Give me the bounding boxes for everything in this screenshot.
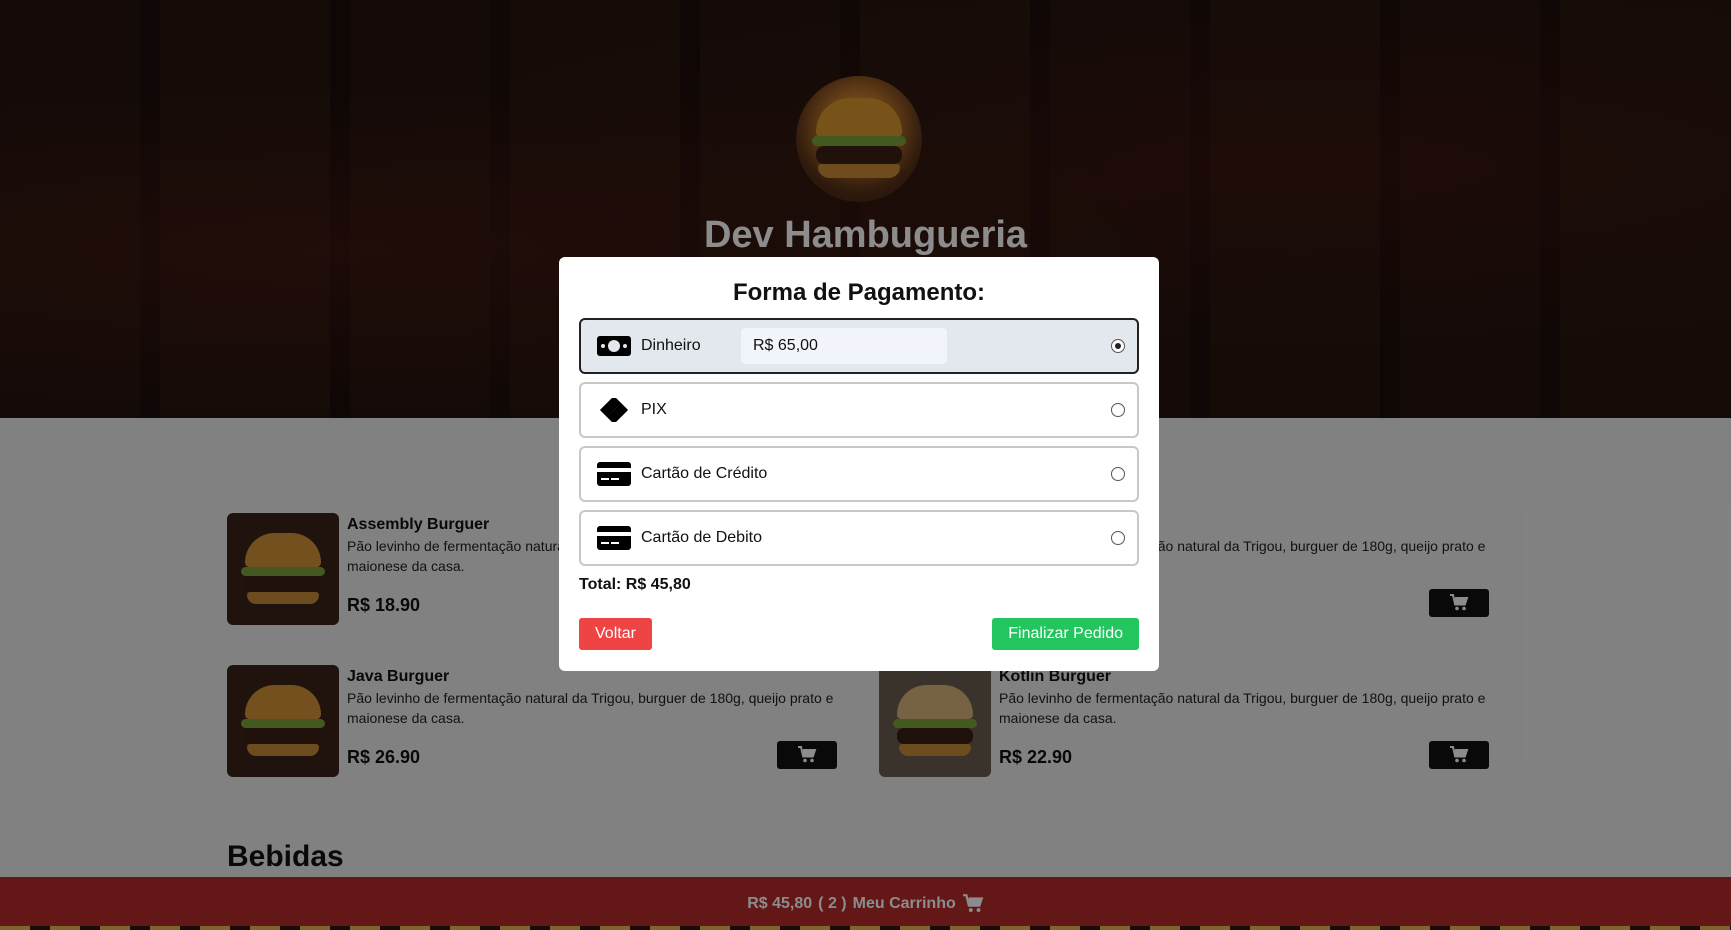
order-total: Total: R$ 45,80 <box>579 576 691 593</box>
payment-modal: Forma de Pagamento: Dinheiro PIX <box>559 257 1159 671</box>
credit-card-icon <box>597 462 631 486</box>
pix-icon <box>599 398 629 422</box>
cash-amount-input[interactable] <box>741 328 947 364</box>
radio-unselected[interactable] <box>1111 467 1125 481</box>
payment-option-dinheiro[interactable]: Dinheiro <box>579 318 1139 374</box>
payment-option-label: PIX <box>641 401 667 418</box>
radio-selected[interactable] <box>1111 339 1125 353</box>
payment-option-label: Cartão de Debito <box>641 529 762 546</box>
radio-unselected[interactable] <box>1111 531 1125 545</box>
finish-order-button[interactable]: Finalizar Pedido <box>992 618 1139 650</box>
cash-icon <box>597 336 631 356</box>
payment-option-debito[interactable]: Cartão de Debito <box>579 510 1139 566</box>
modal-title: Forma de Pagamento: <box>732 279 986 306</box>
payment-option-credito[interactable]: Cartão de Crédito <box>579 446 1139 502</box>
radio-unselected[interactable] <box>1111 403 1125 417</box>
payment-option-label: Cartão de Crédito <box>641 465 768 482</box>
payment-option-label: Dinheiro <box>641 337 701 354</box>
back-button[interactable]: Voltar <box>579 618 652 650</box>
debit-card-icon <box>597 526 631 550</box>
payment-option-pix[interactable]: PIX <box>579 382 1139 438</box>
